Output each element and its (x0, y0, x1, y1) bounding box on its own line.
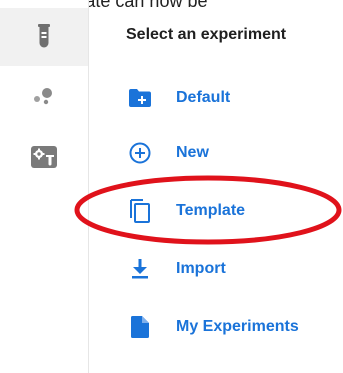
copy-icon (120, 197, 160, 225)
menu-item-default[interactable]: Default (120, 78, 230, 118)
menu-item-my-experiments[interactable]: My Experiments (120, 307, 299, 347)
menu-item-label: Import (176, 260, 226, 277)
menu-item-label: New (176, 144, 209, 161)
plus-circle-icon (120, 139, 160, 167)
file-icon (120, 313, 160, 341)
menu-item-label: Default (176, 89, 231, 106)
menu-item-new[interactable]: New (120, 133, 209, 173)
menu-item-label: Template (176, 202, 246, 219)
side-rail (0, 0, 89, 373)
dots-cluster-icon (33, 87, 55, 105)
menu-item-import[interactable]: Import (120, 249, 226, 289)
folder-plus-icon (120, 84, 160, 112)
gear-flask-icon (31, 146, 57, 168)
menu-item-label: My Experiments (176, 318, 299, 335)
menu-item-template[interactable]: Template (120, 191, 245, 231)
test-tube-icon (37, 24, 51, 50)
rail-item-experiments[interactable] (0, 8, 88, 66)
download-icon (120, 255, 160, 283)
rail-item-samples[interactable] (0, 67, 88, 125)
rail-item-tools[interactable] (0, 128, 88, 186)
panel-title: Select an experiment (126, 26, 287, 43)
page: Your template can now be Select an exper… (0, 0, 343, 373)
